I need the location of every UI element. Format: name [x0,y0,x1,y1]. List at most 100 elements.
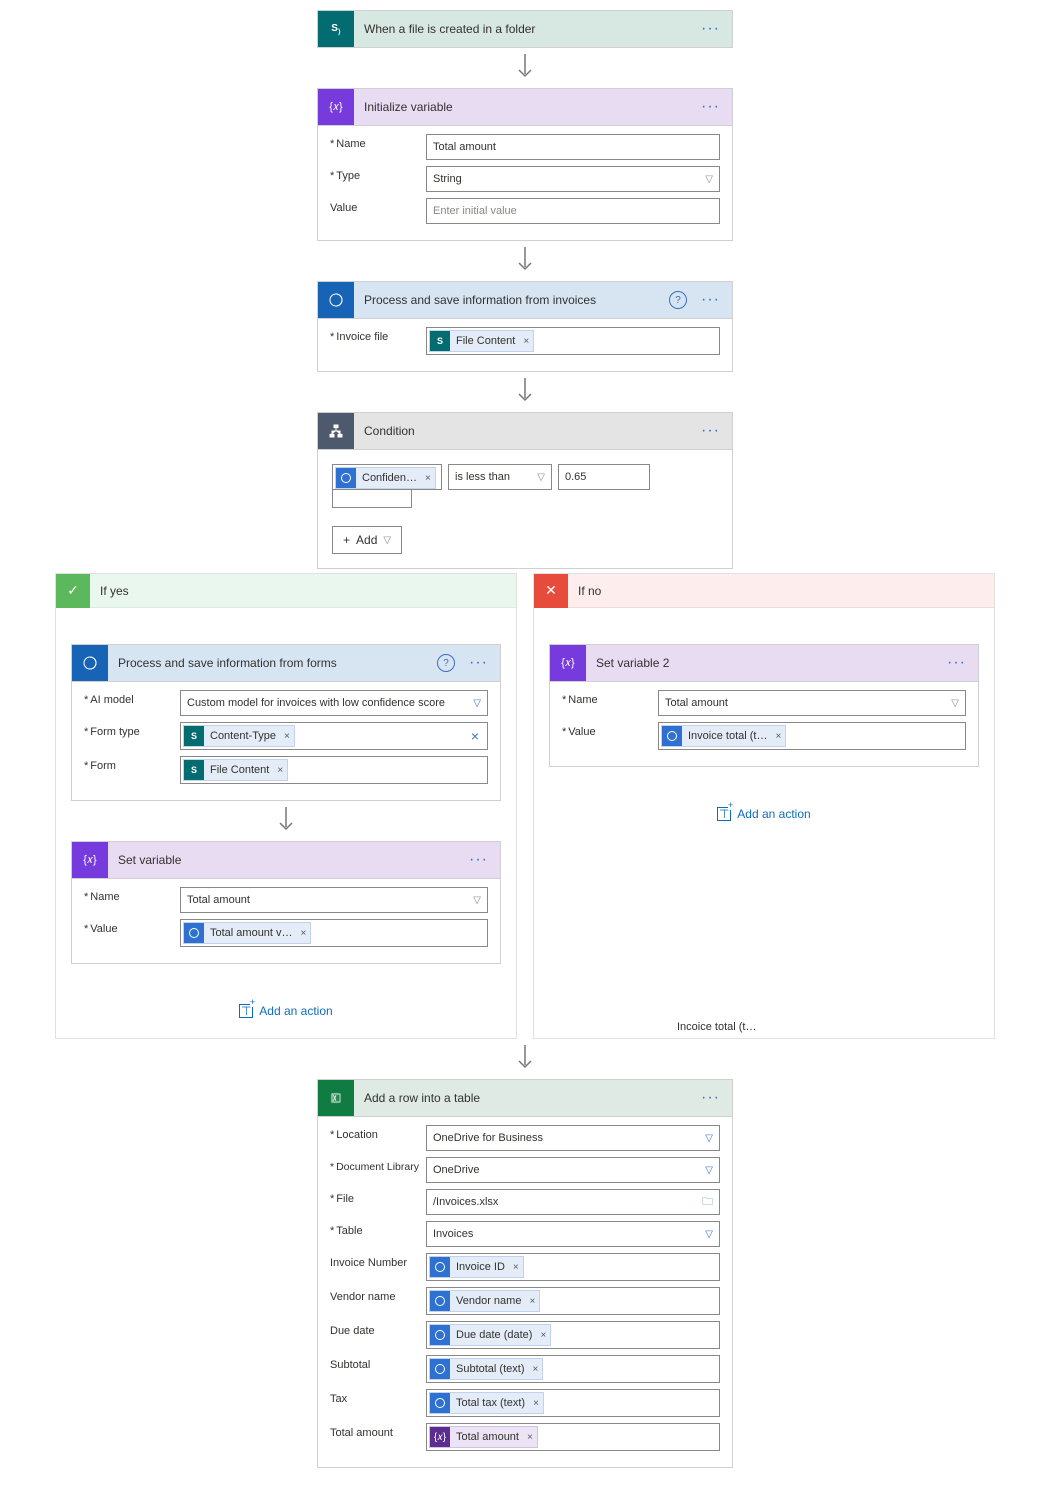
flow-arrow [515,372,535,412]
field-input[interactable]: Subtotal (text)× [426,1355,720,1383]
form-input[interactable]: SFile Content× [180,756,488,784]
file-label: File [330,1189,420,1205]
chevron-down-icon: ▽ [473,698,481,709]
field-input[interactable]: Due date (date)× [426,1321,720,1349]
remove-token-icon[interactable]: × [301,928,307,939]
initialize-variable-card[interactable]: {𝑥} Initialize variable ··· Name Total a… [317,88,733,241]
doclib-select[interactable]: OneDrive▽ [426,1157,720,1183]
remove-token-icon[interactable]: × [527,1432,533,1443]
form-type-input[interactable]: SContent-Type× × [180,722,488,750]
more-menu[interactable]: ··· [943,654,970,672]
field-token[interactable]: Total tax (text)× [429,1392,544,1414]
value-input[interactable]: Invoice total (t…× [658,722,966,750]
remove-token-icon[interactable]: × [775,731,781,742]
name-input[interactable]: Total amount [426,134,720,160]
help-icon[interactable]: ? [437,654,455,672]
process-forms-title: Process and save information from forms [118,656,427,670]
confidence-token[interactable]: Confiden…× [335,467,436,489]
type-label: Type [330,166,420,182]
process-forms-card[interactable]: Process and save information from forms … [71,644,501,801]
total-amount-label: Total amount [330,1423,420,1439]
condition-value-input[interactable]: 0.65 [558,464,650,490]
remove-token-icon[interactable]: × [425,473,431,484]
value-label: Value [84,919,174,935]
add-action-icon: ⊤ [239,1004,253,1018]
variable-icon: {𝑥} [72,842,108,878]
help-icon[interactable]: ? [669,291,687,309]
floating-note: Incoice total (t… [677,1021,756,1033]
location-select[interactable]: OneDrive for Business▽ [426,1125,720,1151]
trigger-card[interactable]: S⟩ When a file is created in a folder ··… [317,10,733,48]
more-menu[interactable]: ··· [697,1089,724,1107]
more-menu[interactable]: ··· [465,654,492,672]
variable-icon: {𝑥} [318,89,354,125]
field-label: Subtotal [330,1355,420,1371]
field-input[interactable]: Vendor name× [426,1287,720,1315]
remove-token-icon[interactable]: × [532,1364,538,1375]
more-menu[interactable]: ··· [697,98,724,116]
remove-token-icon[interactable]: × [284,731,290,742]
remove-token-icon[interactable]: × [513,1262,519,1273]
field-input[interactable]: Invoice ID× [426,1253,720,1281]
more-menu[interactable]: ··· [465,851,492,869]
field-token[interactable]: Vendor name× [429,1290,540,1312]
value-input[interactable]: Total amount v…× [180,919,488,947]
remove-token-icon[interactable]: × [277,765,283,776]
table-label: Table [330,1221,420,1237]
condition-left-input[interactable]: Confiden…× [332,464,442,490]
total-amount-var-token[interactable]: {𝑥}Total amount× [429,1426,538,1448]
clear-icon[interactable]: × [465,728,485,744]
file-input[interactable]: /Invoices.xlsx🗀 [426,1189,720,1215]
total-amount-token[interactable]: Total amount v…× [183,922,311,944]
name-label: Name [330,134,420,150]
file-content-token[interactable]: SFile Content× [183,759,288,781]
field-token[interactable]: Subtotal (text)× [429,1358,543,1380]
field-token[interactable]: Invoice ID× [429,1256,524,1278]
condition-card[interactable]: Condition ··· Confiden…× is less than▽ 0… [317,412,733,569]
process-inv-title: Process and save information from invoic… [364,293,659,307]
invoice-file-input[interactable]: SFile Content× [426,327,720,355]
set-variable-card[interactable]: {𝑥} Set variable ··· Name Total amount▽ … [71,841,501,964]
ai-builder-icon [318,282,354,318]
if-no-branch: ✕ If no {𝑥} Set variable 2 ··· Name Tota… [533,573,995,1039]
remove-token-icon[interactable]: × [533,1398,539,1409]
condition-operator-select[interactable]: is less than▽ [448,464,552,490]
type-select[interactable]: String▽ [426,166,720,192]
add-row-title: Add a row into a table [364,1091,687,1105]
chevron-down-icon: ▽ [705,1229,713,1240]
invoice-total-token[interactable]: Invoice total (t…× [661,725,786,747]
chevron-down-icon: ▽ [705,1133,713,1144]
remove-token-icon[interactable]: × [523,336,529,347]
add-condition-button[interactable]: +Add▽ [332,526,402,554]
process-invoices-card[interactable]: Process and save information from invoic… [317,281,733,372]
name-select[interactable]: Total amount▽ [658,690,966,716]
remove-token-icon[interactable]: × [540,1330,546,1341]
value-input[interactable]: Enter initial value [426,198,720,224]
content-type-token[interactable]: SContent-Type× [183,725,295,747]
ai-builder-icon [72,645,108,681]
doclib-label: Document Library [330,1157,420,1173]
field-token[interactable]: Due date (date)× [429,1324,551,1346]
add-action-button[interactable]: ⊤Add an action [717,807,810,821]
set-var2-title: Set variable 2 [596,656,933,670]
name-select[interactable]: Total amount▽ [180,887,488,913]
condition-icon [318,413,354,449]
more-menu[interactable]: ··· [697,291,724,309]
table-select[interactable]: Invoices▽ [426,1221,720,1247]
more-menu[interactable]: ··· [697,20,724,38]
x-icon: ✕ [534,574,568,608]
ai-model-label: AI model [84,690,174,706]
set-variable-2-card[interactable]: {𝑥} Set variable 2 ··· Name Total amount… [549,644,979,767]
remove-token-icon[interactable]: × [529,1296,535,1307]
add-row-card[interactable]: Add a row into a table ··· Location OneD… [317,1079,733,1468]
file-content-token[interactable]: SFile Content× [429,330,534,352]
folder-icon[interactable]: 🗀 [702,1193,713,1212]
more-menu[interactable]: ··· [697,422,724,440]
add-action-button[interactable]: ⊤Add an action [239,1004,332,1018]
chevron-down-icon: ▽ [537,472,545,483]
total-amount-input[interactable]: {𝑥}Total amount× [426,1423,720,1451]
field-input[interactable]: Total tax (text)× [426,1389,720,1417]
ai-model-select[interactable]: Custom model for invoices with low confi… [180,690,488,716]
field-label: Invoice Number [330,1253,420,1269]
flow-arrow [515,241,535,281]
